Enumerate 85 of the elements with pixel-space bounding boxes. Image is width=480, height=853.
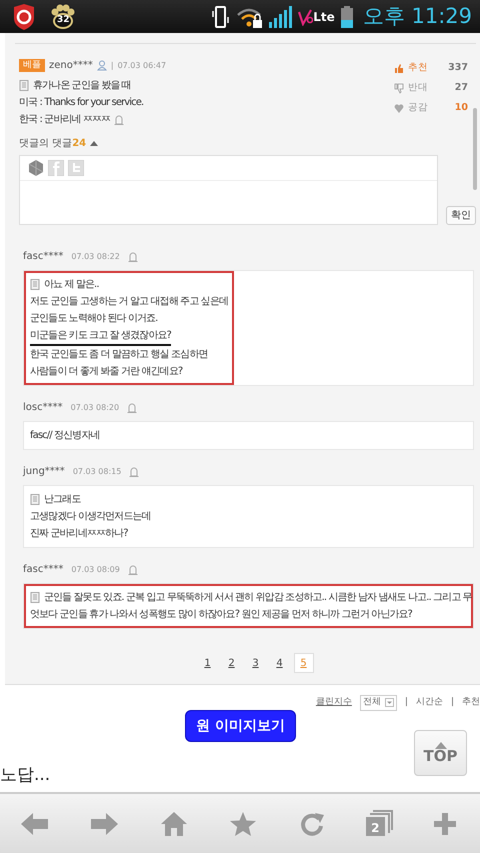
- document-icon: [30, 279, 40, 290]
- document-icon: [19, 80, 29, 91]
- status-time: 오후 11:29: [362, 2, 472, 30]
- timestamp: 07.03 08:15: [72, 466, 122, 478]
- vote-count: 337: [448, 60, 468, 75]
- vote-count: 10: [454, 100, 468, 115]
- paw-icon: [50, 4, 76, 30]
- tabs-icon: [364, 810, 393, 836]
- separator: |: [110, 60, 114, 72]
- page-link[interactable]: 1: [198, 653, 218, 673]
- vote-label: 추천: [408, 60, 428, 75]
- page-link[interactable]: 4: [270, 653, 290, 673]
- comment-line: 고생많겠다 이생각먼저드는데: [30, 510, 151, 524]
- article-snippet[interactable]: 노답...: [0, 763, 50, 788]
- username: fasc****: [23, 250, 64, 264]
- bell-icon: [128, 251, 138, 262]
- star-icon: [228, 810, 257, 836]
- confirm-button[interactable]: 확인: [446, 206, 476, 225]
- comment-line: 군인들도 노력해야 된다 이거죠.: [30, 312, 158, 326]
- timestamp: 07.03 08:20: [70, 402, 120, 414]
- thumbs-up-icon: [394, 62, 404, 74]
- comment-line: 휴가나온 군인을 봤을 때: [33, 79, 131, 93]
- comment-line: 엇보다 군인들 휴가 나와서 성폭행도 많이 하잖아요? 원인 제공을 먼저 하니까 그런거 아닌가요?: [30, 608, 412, 622]
- home-icon: [160, 810, 188, 836]
- tab-count: 2: [370, 820, 380, 836]
- signal-icon: [269, 6, 292, 28]
- bell-icon: [114, 114, 124, 125]
- toggle-label[interactable]: 댓글의 댓글: [19, 136, 72, 151]
- vibrate-icon: [212, 4, 230, 28]
- sort-option[interactable]: 시간순: [416, 696, 443, 710]
- cube-icon[interactable]: [28, 160, 44, 176]
- refresh-icon: [298, 810, 326, 836]
- network-label: Lte: [313, 8, 335, 26]
- comment-line: 미군들은 키도 크고 잘 생겼잖아요?: [30, 327, 171, 346]
- comment-line: 한국 군인들도 좀 더 말끔하고 행실 조심하면: [30, 348, 208, 362]
- top-button[interactable]: TOP: [414, 730, 467, 776]
- battery-icon: [340, 6, 353, 28]
- shield-icon: [12, 4, 36, 30]
- back-icon: [20, 810, 49, 836]
- timestamp: 07.03 08:22: [71, 250, 120, 262]
- username: zeno****: [49, 59, 93, 73]
- username: fasc****: [23, 563, 64, 577]
- comment-line: 진짜 군바리네ㅉㅉ하나?: [30, 527, 128, 541]
- facebook-icon[interactable]: [48, 160, 64, 176]
- separator: |: [450, 696, 454, 709]
- comment-line: fasc// 정신병자네: [30, 429, 100, 443]
- vote-label: 공감: [408, 100, 428, 115]
- page-link[interactable]: 2: [222, 653, 242, 673]
- reply-count: 24: [72, 137, 86, 151]
- caret-icon[interactable]: [90, 140, 98, 147]
- username: losc****: [23, 401, 63, 415]
- filter-select[interactable]: 전체: [360, 695, 397, 710]
- comment-line: 저도 군인들 고생하는 거 알고 대접해 주고 싶은데: [30, 295, 228, 309]
- bell-icon: [129, 466, 140, 477]
- best-badge: 베플: [19, 59, 45, 72]
- comment-line: 사람들이 더 좋게 봐줄 거란 얘긴데요?: [30, 365, 182, 379]
- scrollbar[interactable]: [473, 108, 477, 190]
- heart-icon: [394, 102, 404, 114]
- notification-count: 32: [57, 14, 70, 26]
- bell-icon: [127, 402, 138, 413]
- twitter-icon[interactable]: [68, 160, 84, 176]
- username: jung****: [23, 465, 65, 479]
- bell-icon: [128, 564, 138, 575]
- sort-option[interactable]: 추천: [462, 696, 480, 710]
- page-link[interactable]: 3: [246, 653, 266, 673]
- timestamp: 07.03 06:47: [118, 60, 166, 72]
- comment-line: 난그래도: [44, 493, 80, 507]
- document-icon: [30, 494, 40, 505]
- vote-label: 반대: [408, 80, 428, 95]
- dropdown-icon: [384, 698, 394, 708]
- clean-index-link[interactable]: 클린지수: [316, 696, 352, 710]
- person-icon: [96, 60, 107, 71]
- timestamp: 07.03 08:09: [71, 564, 120, 576]
- comment-input[interactable]: [19, 155, 438, 225]
- thumbs-down-icon: [394, 82, 404, 94]
- view-original-button[interactable]: 원 이미지보기: [185, 710, 296, 742]
- comment-line: 아뇨 제 말은..: [44, 278, 99, 292]
- vote-count: 27: [454, 80, 468, 95]
- comment-line: 미국 : Thanks for your service.: [19, 96, 144, 110]
- document-icon: [30, 592, 40, 603]
- separator: |: [404, 696, 408, 709]
- up-arrow-icon: [434, 742, 446, 749]
- forward-icon: [90, 810, 118, 836]
- comment-line: 한국 : 군바리네 ㅉㅉㅉ: [19, 113, 110, 127]
- carrier-logo-icon: [298, 8, 314, 26]
